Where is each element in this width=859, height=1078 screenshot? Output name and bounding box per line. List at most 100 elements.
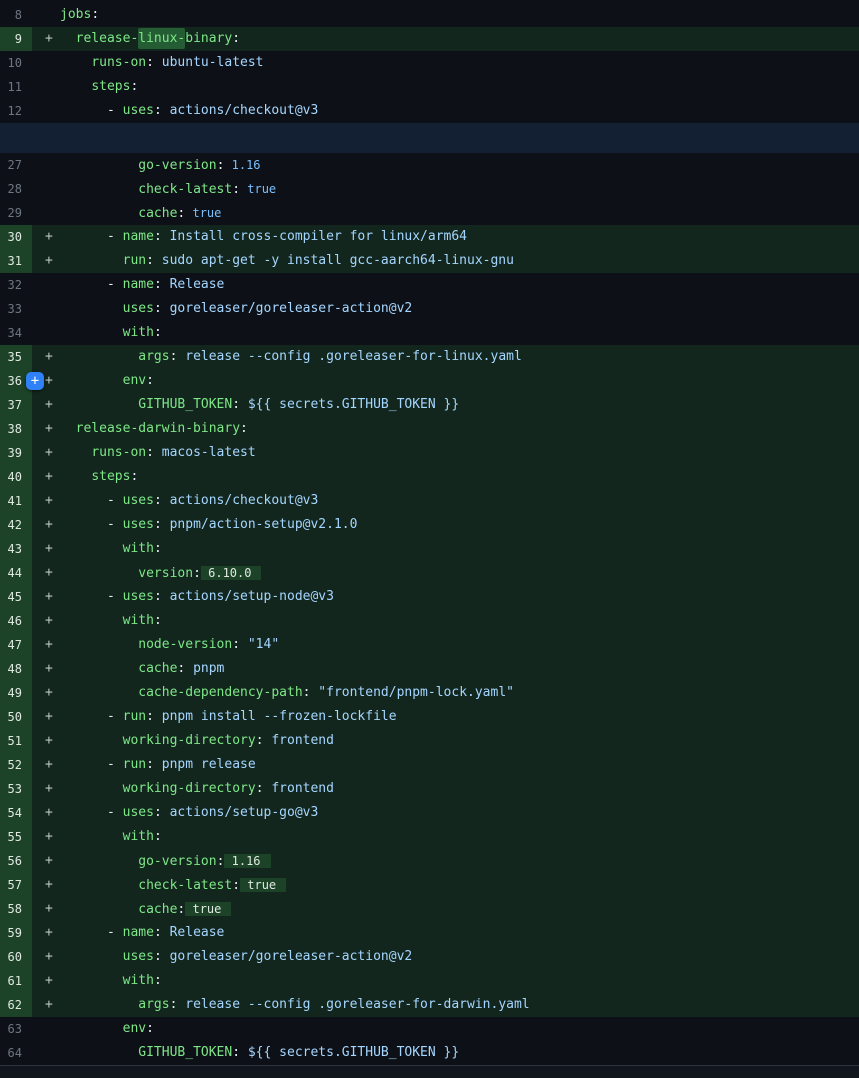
diff-marker [32, 321, 60, 345]
code-segment [60, 973, 123, 988]
code-segment [60, 469, 91, 484]
code-segment: : [130, 79, 138, 94]
line-number[interactable]: 61 [0, 969, 32, 993]
code-segment: Release [162, 277, 225, 292]
line-number[interactable]: 59 [0, 921, 32, 945]
code-segment: Release [162, 925, 225, 940]
line-number[interactable]: 44 [0, 561, 32, 585]
diff-row: 29 cache: true [0, 201, 859, 225]
line-number[interactable]: 29 [0, 201, 32, 225]
code-line: runs-on: ubuntu-latest [60, 51, 264, 75]
diff-marker: + [32, 825, 60, 849]
diff-marker: + [32, 993, 60, 1017]
line-number[interactable]: 56 [0, 849, 32, 873]
code-segment: : [154, 517, 162, 532]
code-line: with: [60, 969, 162, 993]
line-number[interactable]: 46 [0, 609, 32, 633]
line-number[interactable]: 27 [0, 153, 32, 177]
code-segment: : [146, 757, 154, 772]
code-segment [60, 902, 138, 917]
code-segment [60, 566, 138, 581]
code-segment [60, 421, 76, 436]
line-number[interactable]: 52 [0, 753, 32, 777]
line-number[interactable]: 49 [0, 681, 32, 705]
diff-marker: + [32, 441, 60, 465]
code-line: args: release --config .goreleaser-for-d… [60, 993, 530, 1017]
diff-row: 56+ go-version: 1.16 [0, 849, 859, 873]
code-segment: - [60, 925, 123, 940]
code-segment: : [146, 709, 154, 724]
line-number[interactable]: 50 [0, 705, 32, 729]
line-number[interactable]: 62 [0, 993, 32, 1017]
line-number[interactable]: 47 [0, 633, 32, 657]
line-number[interactable]: 48 [0, 657, 32, 681]
diff-marker: + [32, 657, 60, 681]
line-number[interactable]: 64 [0, 1041, 32, 1065]
line-number[interactable]: 34 [0, 321, 32, 345]
line-number[interactable]: 57 [0, 873, 32, 897]
code-segment: GITHUB_TOKEN [138, 397, 232, 412]
line-number[interactable]: 54 [0, 801, 32, 825]
line-number[interactable]: 51 [0, 729, 32, 753]
line-number[interactable]: 53 [0, 777, 32, 801]
line-number[interactable]: 63 [0, 1017, 32, 1041]
line-number[interactable]: 42 [0, 513, 32, 537]
diff-row: 42+ - uses: pnpm/action-setup@v2.1.0 [0, 513, 859, 537]
code-segment: ubuntu-latest [154, 55, 264, 70]
code-segment: steps [91, 469, 130, 484]
line-number[interactable]: 8 [0, 3, 32, 27]
code-segment [60, 661, 138, 676]
code-segment [60, 373, 123, 388]
diff-marker: + [32, 225, 60, 249]
line-number[interactable]: 33 [0, 297, 32, 321]
diff-marker: + [32, 705, 60, 729]
line-number[interactable]: 30 [0, 225, 32, 249]
add-comment-button[interactable]: + [26, 372, 44, 390]
line-number[interactable]: 43 [0, 537, 32, 561]
line-number[interactable]: 55 [0, 825, 32, 849]
code-segment [60, 79, 91, 94]
line-number[interactable]: 32 [0, 273, 32, 297]
line-number[interactable]: 9 [0, 27, 32, 51]
line-number[interactable]: 12 [0, 99, 32, 123]
code-segment: go-version [138, 158, 216, 173]
diff-marker: + [32, 609, 60, 633]
code-segment [60, 949, 123, 964]
code-line: cache: pnpm [60, 657, 224, 681]
diff-marker: + [32, 753, 60, 777]
line-number[interactable]: 40 [0, 465, 32, 489]
code-segment: name [123, 925, 154, 940]
code-segment: goreleaser/goreleaser-action@v2 [162, 301, 412, 316]
code-segment: run [123, 253, 146, 268]
expand-hunk-row[interactable] [0, 123, 859, 153]
code-line: go-version: 1.16 [60, 849, 271, 873]
line-number[interactable]: 58 [0, 897, 32, 921]
diff-marker: + [32, 585, 60, 609]
code-segment: true [185, 902, 231, 916]
line-number[interactable]: 37 [0, 393, 32, 417]
code-segment: go-version [138, 854, 216, 869]
diff-marker: + [32, 27, 60, 51]
diff-marker: + [32, 489, 60, 513]
line-number[interactable]: 38 [0, 417, 32, 441]
line-number[interactable]: 31 [0, 249, 32, 273]
code-line: GITHUB_TOKEN: ${{ secrets.GITHUB_TOKEN }… [60, 393, 459, 417]
line-number[interactable]: 41 [0, 489, 32, 513]
code-segment [60, 997, 138, 1012]
code-segment: : [154, 949, 162, 964]
line-number[interactable]: 11 [0, 75, 32, 99]
code-segment: release --config .goreleaser-for-linux.y… [177, 349, 521, 364]
code-segment: frontend [264, 733, 334, 748]
line-number[interactable]: 60 [0, 945, 32, 969]
line-number[interactable]: 10 [0, 51, 32, 75]
line-number[interactable]: 45 [0, 585, 32, 609]
code-segment: actions/setup-go@v3 [162, 805, 319, 820]
code-segment: release-darwin-binary [76, 421, 240, 436]
code-line: cache: true [60, 897, 231, 921]
line-number[interactable]: 39 [0, 441, 32, 465]
code-segment: true [240, 182, 286, 196]
code-segment: release- [76, 31, 139, 46]
line-number[interactable]: 28 [0, 177, 32, 201]
line-number[interactable]: 35 [0, 345, 32, 369]
code-line: steps: [60, 75, 138, 99]
